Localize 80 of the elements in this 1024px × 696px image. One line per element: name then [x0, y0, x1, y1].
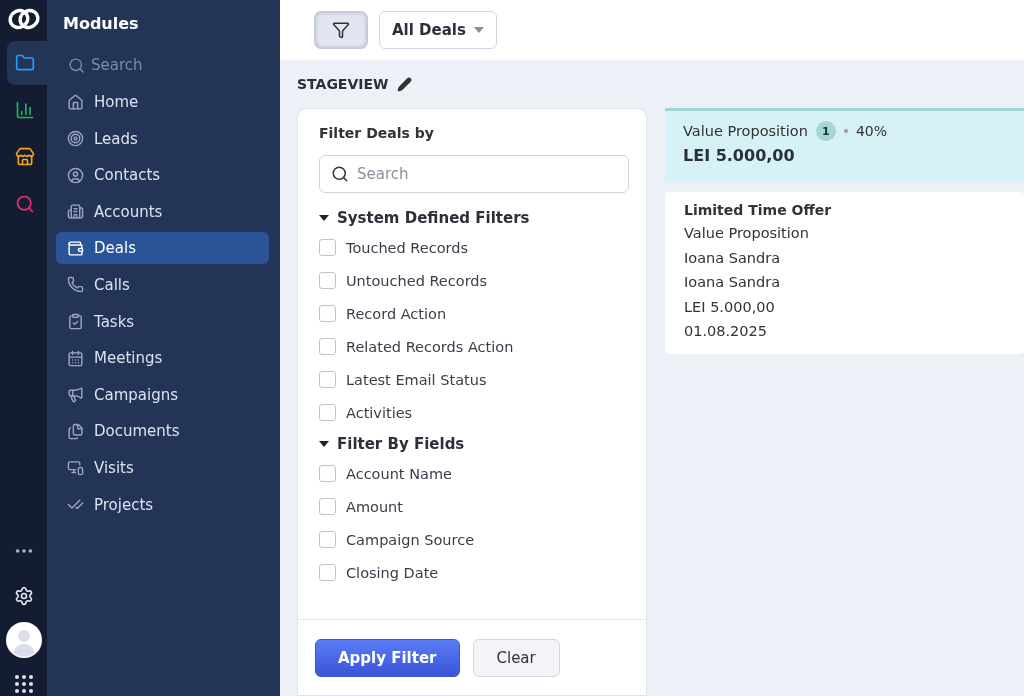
- filter-option-label: Amount: [346, 498, 403, 515]
- caret-icon: [473, 27, 484, 33]
- filter-option-label: Activities: [346, 404, 413, 421]
- calendar-icon: [67, 349, 84, 367]
- wallet-icon: [67, 239, 84, 257]
- sidebar-search-field[interactable]: Search: [56, 48, 269, 82]
- filter-option-label: Record Action: [346, 305, 447, 322]
- search-icon: [331, 165, 349, 183]
- view-dropdown[interactable]: All Deals: [379, 11, 497, 49]
- sidebar-item[interactable]: Projects: [56, 488, 269, 521]
- stage-name: Value Proposition: [683, 123, 808, 139]
- caret-icon: [319, 215, 329, 221]
- panel-title: Filter Deals by: [318, 124, 435, 143]
- filter-option-label: Touched Records: [346, 239, 468, 256]
- sidebar-item[interactable]: Leads: [56, 122, 269, 155]
- checkbox[interactable]: [319, 404, 336, 421]
- checkbox[interactable]: [319, 371, 336, 388]
- deal-field: LEI 5.000,00: [684, 294, 1005, 319]
- sidebar-item[interactable]: Deals: [56, 232, 269, 265]
- filter-option-label: Latest Email Status: [346, 371, 487, 388]
- deal-field: Value Proposition: [684, 221, 1005, 246]
- logo-icon[interactable]: [6, 6, 41, 32]
- checkbox[interactable]: [319, 564, 336, 581]
- separator-dot: [843, 129, 848, 133]
- checkbox[interactable]: [319, 305, 336, 322]
- filter-group-header[interactable]: System Defined Filters: [298, 203, 646, 231]
- deal-card[interactable]: Limited Time Offer Value Proposition Ioana Sandra Ioana Sandra LEI 5.000,00 01.08.2025: [665, 192, 1024, 354]
- checkbox[interactable]: [319, 531, 336, 548]
- sidebar-item[interactable]: Contacts: [56, 159, 269, 192]
- filter-option-label: Campaign Source: [346, 531, 475, 548]
- stage-total: LEI 5.000,00: [683, 146, 796, 165]
- store-icon: [15, 147, 35, 167]
- search-icon: [15, 194, 35, 214]
- sidebar-item[interactable]: Visits: [56, 451, 269, 484]
- deal-title: Limited Time Offer: [684, 202, 833, 218]
- sidebar-item[interactable]: Documents: [56, 415, 269, 448]
- settings-icon[interactable]: [13, 586, 34, 606]
- apply-button[interactable]: Apply Filter: [315, 638, 460, 677]
- filter-icon: [332, 21, 350, 39]
- view-title: STAGEVIEW: [297, 76, 389, 92]
- stage-probability: 40%: [855, 123, 887, 139]
- clipboard-check-icon: [67, 313, 84, 331]
- chart-icon: [15, 100, 35, 120]
- home-icon: [67, 93, 84, 111]
- caret-icon: [319, 441, 329, 447]
- edit-icon[interactable]: [396, 76, 412, 92]
- search-icon: [68, 56, 85, 74]
- filter-option-label: Closing Date: [346, 564, 439, 581]
- checkbox[interactable]: [319, 239, 336, 256]
- building-icon: [67, 203, 84, 221]
- monitor-user-icon: [67, 459, 84, 477]
- user-circle-icon: [67, 166, 84, 184]
- sidebar-item[interactable]: Accounts: [56, 195, 269, 228]
- documents-icon: [67, 422, 84, 440]
- megaphone-icon: [67, 386, 84, 404]
- checkbox[interactable]: [319, 498, 336, 515]
- sidebar-item[interactable]: Campaigns: [56, 378, 269, 411]
- checkbox[interactable]: [319, 272, 336, 289]
- filter-group-header[interactable]: Filter By Fields: [298, 429, 646, 457]
- checkbox[interactable]: [319, 338, 336, 355]
- filter-button[interactable]: [314, 11, 368, 49]
- deal-field: 01.08.2025: [684, 319, 1005, 344]
- rail-button[interactable]: [7, 41, 47, 85]
- sidebar-item[interactable]: Calls: [56, 268, 269, 301]
- folder-icon: [15, 53, 35, 73]
- sidebar-item[interactable]: Tasks: [56, 305, 269, 338]
- target-icon: [67, 130, 84, 148]
- count-badge: 1: [815, 121, 836, 141]
- clear-button[interactable]: Clear: [472, 638, 560, 677]
- filter-option-label: Account Name: [346, 465, 452, 482]
- deal-field: Ioana Sandra: [684, 245, 1005, 270]
- filter-option-label: Related Records Action: [346, 338, 514, 355]
- deal-field: Ioana Sandra: [684, 270, 1005, 295]
- sidebar-item[interactable]: Home: [56, 86, 269, 118]
- avatar-icon[interactable]: [5, 622, 42, 658]
- checkbox[interactable]: [319, 465, 336, 482]
- sidebar-item[interactable]: Meetings: [56, 342, 269, 375]
- phone-icon: [67, 276, 84, 294]
- sidebar-title: Modules: [62, 14, 140, 35]
- filter-option-label: Untouched Records: [346, 272, 488, 289]
